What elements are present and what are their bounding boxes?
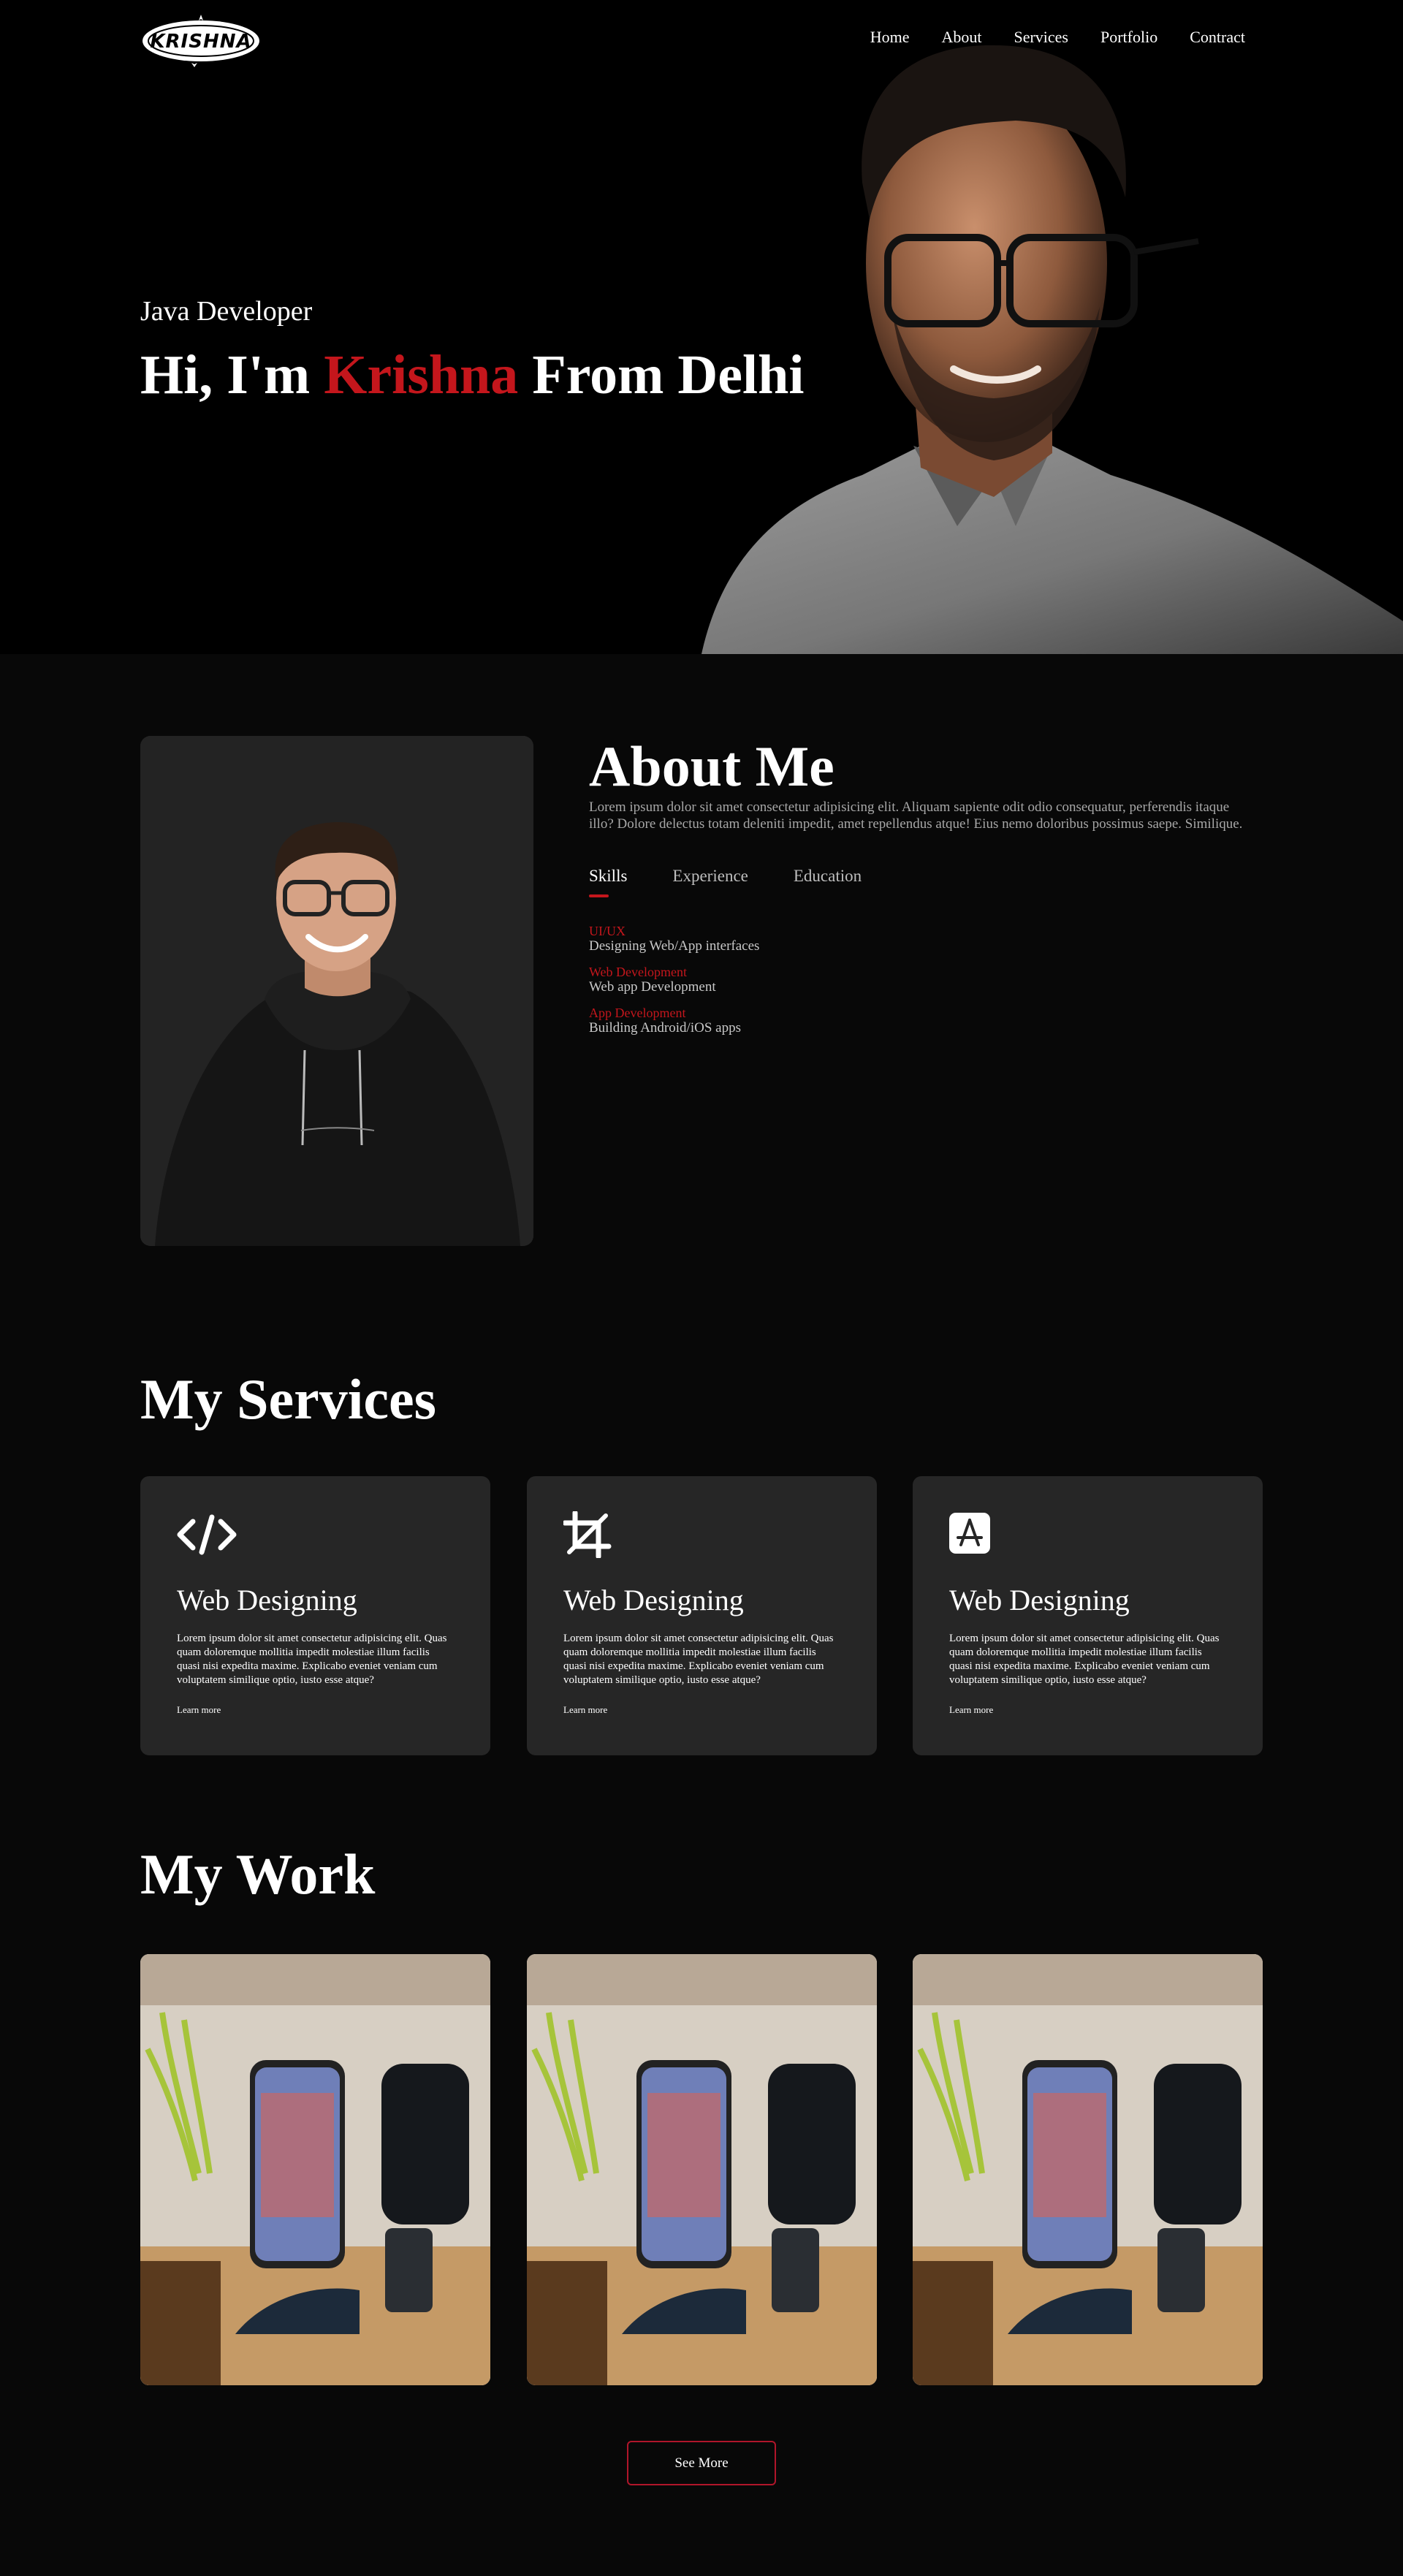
hero-title: Hi, I'm Krishna From Delhi (140, 343, 805, 407)
nav-contract[interactable]: Contract (1190, 28, 1245, 47)
hero-title-name: Krishna (324, 344, 519, 406)
learn-more-link[interactable]: Learn more (949, 1704, 993, 1716)
work-title: My Work (140, 1842, 376, 1906)
about-tabs: Skills Experience Education (589, 867, 907, 897)
skill-name: App Development (589, 1006, 686, 1020)
see-more-button[interactable]: See More (627, 2441, 776, 2485)
service-card: Web Designing Lorem ipsum dolor sit amet… (527, 1476, 877, 1755)
service-card: Web Designing Lorem ipsum dolor sit amet… (140, 1476, 490, 1755)
work-image[interactable] (913, 1954, 1263, 2385)
code-icon (177, 1511, 237, 1558)
service-name: Web Designing (177, 1584, 357, 1616)
service-card: Web Designing Lorem ipsum dolor sit amet… (913, 1476, 1263, 1755)
hero-title-suffix: From Delhi (518, 344, 805, 406)
hero-portrait-image (672, 0, 1403, 654)
about-title: About Me (589, 734, 834, 798)
skill-item: App Development Building Android/iOS app… (589, 1006, 759, 1036)
crop-icon (562, 1510, 623, 1559)
skill-item: Web Development Web app Development (589, 965, 759, 995)
skill-name: UI/UX (589, 924, 626, 938)
learn-more-link[interactable]: Learn more (177, 1704, 221, 1716)
hero-section: KRISHNA Home About Services Portfolio Co… (0, 0, 1403, 654)
nav-home[interactable]: Home (870, 28, 910, 47)
tab-experience[interactable]: Experience (672, 867, 748, 897)
skill-desc: Web app Development (589, 979, 716, 995)
service-name: Web Designing (949, 1584, 1130, 1616)
about-photo (140, 736, 533, 1246)
service-name: Web Designing (563, 1584, 744, 1616)
nav-services[interactable]: Services (1014, 28, 1068, 47)
skills-list: UI/UX Designing Web/App interfaces Web D… (589, 924, 759, 1046)
brand-logo[interactable]: KRISHNA (140, 13, 262, 69)
work-image[interactable] (527, 1954, 877, 2385)
nav-about[interactable]: About (941, 28, 981, 47)
tab-skills[interactable]: Skills (589, 867, 627, 897)
hero-subtitle: Java Developer (140, 296, 313, 327)
main-nav: Home About Services Portfolio Contract (838, 28, 1245, 47)
learn-more-link[interactable]: Learn more (563, 1704, 607, 1716)
service-desc: Lorem ipsum dolor sit amet consectetur a… (563, 1633, 834, 1686)
logo-text: KRISHNA (150, 31, 252, 53)
tab-education[interactable]: Education (794, 867, 862, 897)
services-title: My Services (140, 1367, 437, 1431)
nav-portfolio[interactable]: Portfolio (1100, 28, 1157, 47)
service-desc: Lorem ipsum dolor sit amet consectetur a… (949, 1633, 1220, 1686)
work-image[interactable] (140, 1954, 490, 2385)
skill-item: UI/UX Designing Web/App interfaces (589, 924, 759, 954)
skill-name: Web Development (589, 965, 688, 979)
app-store-icon (949, 1511, 1009, 1558)
hero-title-prefix: Hi, I'm (140, 344, 324, 406)
skill-desc: Building Android/iOS apps (589, 1020, 741, 1036)
skill-desc: Designing Web/App interfaces (589, 938, 760, 954)
about-text: Lorem ipsum dolor sit amet consectetur a… (589, 799, 1243, 832)
service-desc: Lorem ipsum dolor sit amet consectetur a… (177, 1633, 447, 1686)
